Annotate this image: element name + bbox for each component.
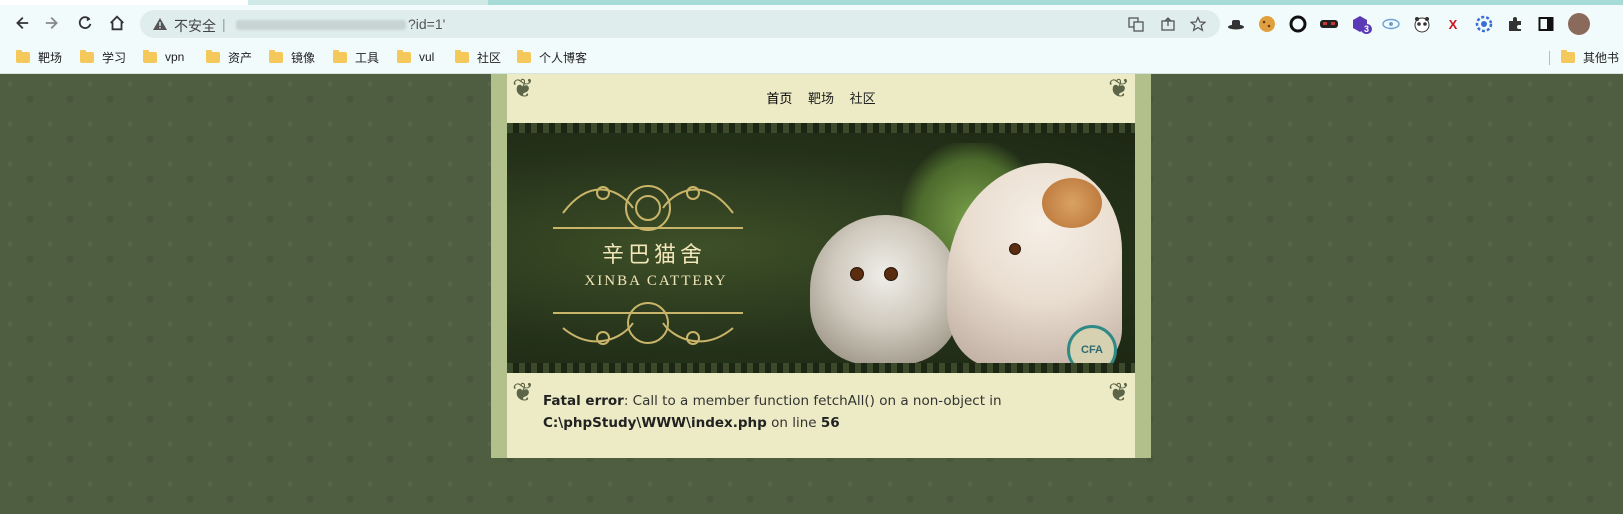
url-redacted <box>236 20 406 31</box>
security-label[interactable]: 不安全 <box>174 16 216 36</box>
folder-icon <box>16 49 30 63</box>
folder-icon <box>1561 49 1575 63</box>
cattery-banner: 辛巴猫舍 XINBA CATTERY CFA <box>507 123 1135 373</box>
home-icon <box>110 15 124 31</box>
folder-icon <box>333 49 347 63</box>
share-icon[interactable] <box>1160 16 1176 32</box>
cat-fur-patch <box>1042 178 1102 228</box>
folder-icon <box>80 49 94 63</box>
content-frame: ❦ ❦ 首页 靶场 社区 辛巴猫舍 XINBA CATTERY CFA ❦ ❦ … <box>491 73 1151 458</box>
bookmark-label: 个人博客 <box>539 50 588 65</box>
folder-icon <box>206 49 220 63</box>
hexagon-badge-icon[interactable]: 3 <box>1350 14 1373 34</box>
bookmark-folder[interactable]: 社区 <box>455 49 501 65</box>
bookmark-label: vpn <box>165 50 185 64</box>
cat-photo-left <box>810 215 960 365</box>
banner-image: 辛巴猫舍 XINBA CATTERY CFA <box>507 133 1135 373</box>
bookmark-label: 资产 <box>228 50 253 65</box>
web-page: ❦ ❦ 首页 靶场 社区 辛巴猫舍 XINBA CATTERY CFA ❦ ❦ … <box>0 73 1623 514</box>
bookmark-folder[interactable]: 镜像 <box>269 49 315 65</box>
error-line-number: 56 <box>820 415 840 431</box>
site-nav: 首页 靶场 社区 <box>507 88 1135 107</box>
puzzle-icon[interactable] <box>1505 14 1525 34</box>
browser-toolbar: 不安全 | ?id=1' 3 X <box>0 5 1623 41</box>
bookmark-folder[interactable]: vul <box>397 49 434 65</box>
other-bookmarks-label: 其他书 <box>1583 50 1620 65</box>
bookmark-folder[interactable]: 靶场 <box>16 49 62 65</box>
bookmark-label: vul <box>419 50 435 64</box>
ornament-corner-icon: ❦ <box>1108 377 1130 407</box>
bookmark-folder[interactable]: 资产 <box>206 49 252 65</box>
ring-icon[interactable] <box>1288 14 1308 34</box>
sidepanel-icon[interactable] <box>1536 14 1556 34</box>
banner-border <box>507 123 1135 133</box>
bookmark-folder[interactable]: vpn <box>143 49 184 65</box>
error-on-line: on line <box>766 415 821 431</box>
cattery-name-cn: 辛巴猫舍 <box>601 243 706 268</box>
bookmark-label: 社区 <box>477 50 502 65</box>
address-separator: | <box>222 16 226 32</box>
translate-icon[interactable] <box>1128 16 1144 32</box>
back-arrow-icon <box>16 16 29 30</box>
reload-icon <box>78 16 92 29</box>
extension-badge: 3 <box>1361 24 1373 34</box>
bookmark-folder[interactable]: 工具 <box>333 49 379 65</box>
bookmark-label: 工具 <box>355 50 380 65</box>
error-file: C:\phpStudy\WWW\index.php <box>543 415 767 431</box>
folder-icon <box>269 49 283 63</box>
bookmark-folder[interactable]: 个人博客 <box>517 49 587 65</box>
back-button[interactable] <box>8 10 34 36</box>
ornament-corner-icon: ❦ <box>512 377 534 407</box>
bookmark-star-icon[interactable] <box>1190 16 1206 32</box>
banner-border <box>507 363 1135 373</box>
panda-icon[interactable] <box>1412 14 1432 34</box>
error-text: : Call to a member function fetchAll() o… <box>623 393 1002 409</box>
nav-link-community[interactable]: 社区 <box>850 91 876 106</box>
bookmarks-bar: 靶场 学习 vpn 资产 镜像 工具 vul 社区 个人博客 其他书 <box>0 41 1623 74</box>
bookmark-label: 靶场 <box>38 50 63 65</box>
folder-icon <box>517 49 531 63</box>
mask-icon[interactable] <box>1319 14 1339 34</box>
other-bookmarks[interactable]: 其他书 <box>1561 49 1619 65</box>
reload-button[interactable] <box>72 10 98 36</box>
folder-icon <box>143 49 157 63</box>
url-text[interactable]: ?id=1' <box>236 16 445 32</box>
php-error-message: Fatal error: Call to a member function f… <box>543 390 1103 434</box>
folder-icon <box>455 49 469 63</box>
hat-icon[interactable] <box>1226 14 1246 34</box>
gear-blue-icon[interactable] <box>1474 14 1494 34</box>
cattery-name-en: XINBA CATTERY <box>584 273 728 289</box>
cat-eye <box>1009 243 1021 255</box>
nav-link-home[interactable]: 首页 <box>766 91 792 106</box>
bookmark-label: 镜像 <box>291 50 316 65</box>
content-panel: ❦ ❦ 首页 靶场 社区 辛巴猫舍 XINBA CATTERY CFA ❦ ❦ … <box>507 73 1135 458</box>
address-bar[interactable]: 不安全 | ?id=1' <box>140 10 1220 38</box>
folder-icon <box>397 49 411 63</box>
nav-link-range[interactable]: 靶场 <box>808 91 834 106</box>
eye-icon[interactable] <box>1381 14 1401 34</box>
error-label: Fatal error <box>543 393 624 409</box>
bookmark-label: 学习 <box>102 50 127 65</box>
forward-button[interactable] <box>40 10 66 36</box>
cookie-icon[interactable] <box>1257 14 1277 34</box>
x-icon[interactable]: X <box>1443 14 1463 34</box>
forward-arrow-icon <box>45 16 58 30</box>
avatar-icon[interactable] <box>1568 13 1590 35</box>
bookmarks-divider <box>1549 51 1550 65</box>
bookmark-folder[interactable]: 学习 <box>80 49 126 65</box>
warning-triangle-icon <box>153 18 167 30</box>
url-suffix: ?id=1' <box>408 16 446 32</box>
home-button[interactable] <box>104 10 130 36</box>
cat-eye <box>884 267 898 281</box>
cat-eye <box>850 267 864 281</box>
